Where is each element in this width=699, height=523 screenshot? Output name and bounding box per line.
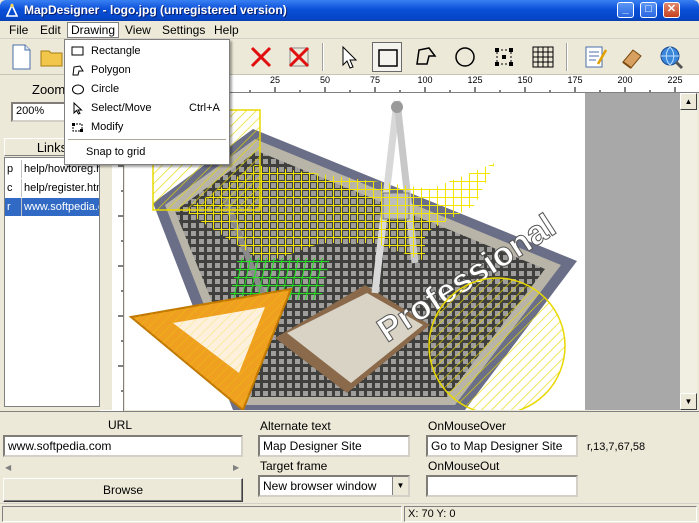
menu-edit[interactable]: Edit xyxy=(40,23,61,37)
target-frame-value: New browser window xyxy=(263,479,377,493)
menu-item-label: Circle xyxy=(91,83,120,95)
toolbar-separator xyxy=(322,43,324,71)
ruler-label: 125 xyxy=(467,75,483,85)
new-file-icon[interactable] xyxy=(6,42,36,72)
menu-item-label: Polygon xyxy=(91,64,131,76)
ruler-label: 200 xyxy=(617,75,633,85)
eraser-icon[interactable] xyxy=(617,42,647,72)
onmouseover-input[interactable]: Go to Map Designer Site xyxy=(426,435,578,457)
ruler-label: 75 xyxy=(369,75,381,85)
menu-bar: File Edit Drawing View Settings Help xyxy=(0,21,699,39)
title-bar[interactable]: MapDesigner - logo.jpg (unregistered ver… xyxy=(0,0,699,21)
toolbar-separator xyxy=(566,43,568,71)
window-title: MapDesigner - logo.jpg (unregistered ver… xyxy=(24,3,287,17)
rectangle-icon xyxy=(71,45,85,58)
ruler-label: 175 xyxy=(567,75,583,85)
url-horizontal-scrollbar[interactable]: ◀ ▶ xyxy=(3,460,243,474)
ruler-label: 100 xyxy=(417,75,433,85)
delete-all-x-icon[interactable] xyxy=(284,42,314,72)
chevron-down-icon[interactable]: ▼ xyxy=(392,477,408,495)
circle-icon[interactable] xyxy=(450,42,480,72)
url-input[interactable]: www.softpedia.com xyxy=(3,435,243,457)
maximize-button[interactable]: □ xyxy=(640,2,657,18)
select-arrow-icon[interactable] xyxy=(334,42,364,72)
status-cell-empty xyxy=(2,506,402,522)
vertical-scrollbar[interactable]: ▲ ▼ xyxy=(680,93,697,411)
minimize-button[interactable]: _ xyxy=(617,2,634,18)
menu-item-circle[interactable]: Circle xyxy=(66,80,228,99)
link-row-selected[interactable]: r www.softpedia.com xyxy=(5,198,99,216)
preview-globe-icon[interactable] xyxy=(656,42,686,72)
rectangle-icon[interactable] xyxy=(372,42,402,72)
menu-help[interactable]: Help xyxy=(214,23,239,37)
menu-item-label: Select/Move xyxy=(91,102,152,114)
vertex-edit-icon[interactable] xyxy=(489,42,519,72)
cursor-position: X: 70 Y: 0 xyxy=(404,506,697,522)
link-type: c xyxy=(7,182,13,194)
grid-icon[interactable] xyxy=(528,42,558,72)
ruler-label: 50 xyxy=(319,75,331,85)
menu-item-select-move[interactable]: Select/Move Ctrl+A xyxy=(66,99,228,118)
scroll-up-arrow-icon[interactable]: ▲ xyxy=(680,93,697,110)
onmouseover-label: OnMouseOver xyxy=(428,419,507,433)
delete-x-icon[interactable] xyxy=(246,42,276,72)
menu-item-snap-to-grid[interactable]: Snap to grid xyxy=(66,143,228,162)
menu-file[interactable]: File xyxy=(9,23,28,37)
alt-text-input[interactable]: Map Designer Site xyxy=(258,435,410,457)
link-type: r xyxy=(7,201,11,213)
zoom-input[interactable]: 200% xyxy=(11,102,69,122)
link-type: p xyxy=(7,163,14,175)
menu-item-label: Modify xyxy=(91,121,124,133)
menu-item-polygon[interactable]: Polygon xyxy=(66,61,228,80)
menu-settings[interactable]: Settings xyxy=(162,23,205,37)
menu-item-modify[interactable]: Modify xyxy=(66,118,228,137)
properties-panel: URL www.softpedia.com ◀ ▶ Browse Alterna… xyxy=(0,411,699,503)
url-label: URL xyxy=(108,418,133,432)
menu-separator xyxy=(68,139,226,140)
menu-item-label: Snap to grid xyxy=(86,146,146,158)
svg-text:◀: ◀ xyxy=(5,463,12,472)
zoom-label: Zoom xyxy=(32,82,66,97)
target-frame-select[interactable]: New browser window ▼ xyxy=(258,475,410,497)
edit-html-icon[interactable] xyxy=(580,42,610,72)
menu-item-shortcut: Ctrl+A xyxy=(189,102,220,114)
menu-view[interactable]: View xyxy=(125,23,151,37)
onmouseout-label: OnMouseOut xyxy=(428,459,500,473)
select-arrow-icon xyxy=(71,101,85,115)
browse-button[interactable]: Browse xyxy=(3,478,243,502)
ruler-label: 150 xyxy=(517,75,533,85)
modify-icon xyxy=(71,121,85,134)
alt-text-label: Alternate text xyxy=(260,419,331,433)
status-bar: X: 70 Y: 0 xyxy=(0,503,699,523)
app-icon xyxy=(5,3,20,18)
menu-drawing[interactable]: Drawing xyxy=(67,22,120,38)
close-button[interactable]: ✕ xyxy=(663,2,680,18)
svg-text:▶: ▶ xyxy=(233,463,240,472)
canvas-background xyxy=(585,93,680,410)
scroll-down-arrow-icon[interactable]: ▼ xyxy=(680,393,697,410)
links-list[interactable]: p help/howtoreg.htm c help/register.htm … xyxy=(4,157,100,407)
ruler-label: 25 xyxy=(269,75,281,85)
coordinates-text: r,13,7,67,58 xyxy=(587,441,646,453)
target-frame-label: Target frame xyxy=(260,459,328,473)
circle-icon xyxy=(71,83,85,96)
link-url: www.softpedia.com xyxy=(21,198,99,216)
ruler-label: 225 xyxy=(667,75,683,85)
menu-item-rectangle[interactable]: Rectangle xyxy=(66,42,228,61)
menu-item-label: Rectangle xyxy=(91,45,141,57)
drawing-dropdown-menu: Rectangle Polygon Circle Select/Move Ctr… xyxy=(64,39,230,165)
onmouseout-input[interactable] xyxy=(426,475,578,497)
link-row[interactable]: c help/register.htm xyxy=(5,179,99,197)
polygon-icon xyxy=(71,64,85,77)
link-url: help/register.htm xyxy=(21,179,99,197)
polygon-icon[interactable] xyxy=(411,42,441,72)
